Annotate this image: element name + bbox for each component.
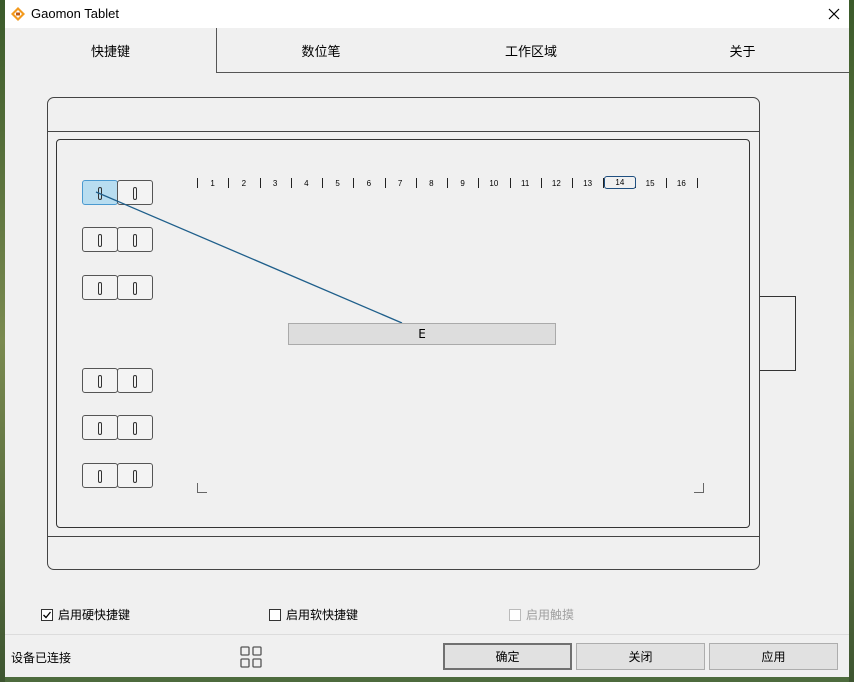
- soft-key-ruler: 1 2 3 4 5 6 7 8 9 10 11 12 13 14 15 16: [191, 176, 703, 190]
- express-key-9[interactable]: [82, 415, 118, 440]
- tablet-side-connector: [760, 296, 796, 371]
- key-function-label: E: [418, 327, 426, 341]
- gaomon-logo-icon: [11, 7, 25, 21]
- key-bar-icon: [133, 375, 137, 388]
- area-corner-bottom-right: [694, 483, 704, 493]
- hard-keys-checkbox[interactable]: [41, 608, 53, 621]
- ruler-tick: [353, 178, 355, 188]
- express-key-5[interactable]: [82, 275, 118, 300]
- title-bar: Gaomon Tablet: [5, 0, 849, 28]
- express-key-11[interactable]: [82, 463, 118, 488]
- status-bar: 设备已连接 确定 关闭 应用: [5, 634, 849, 678]
- soft-key-4[interactable]: 4: [296, 179, 316, 188]
- ruler-tick: [478, 178, 480, 188]
- tab-label: 工作区域: [504, 44, 557, 60]
- key-bar-icon: [133, 187, 137, 200]
- ruler-tick: [447, 178, 448, 188]
- tab-pen[interactable]: 数位笔: [216, 28, 427, 72]
- tab-about[interactable]: 关于: [636, 28, 849, 72]
- soft-key-5[interactable]: 5: [328, 179, 348, 188]
- ruler-tick: [228, 178, 230, 188]
- express-key-12[interactable]: [117, 463, 153, 488]
- soft-keys-option[interactable]: 启用软快捷键: [269, 606, 358, 623]
- key-bar-icon: [98, 470, 102, 483]
- soft-key-2[interactable]: 2: [234, 179, 254, 188]
- tab-work-area[interactable]: 工作区域: [426, 28, 637, 72]
- window-title: Gaomon Tablet: [31, 6, 119, 21]
- soft-key-3[interactable]: 3: [265, 179, 285, 188]
- ruler-tick: [509, 178, 511, 188]
- soft-key-15[interactable]: 15: [640, 179, 660, 188]
- ruler-tick: [384, 178, 386, 188]
- close-icon: [828, 8, 840, 20]
- ruler-tick: [415, 178, 417, 188]
- soft-key-13[interactable]: 13: [578, 179, 598, 188]
- soft-key-12[interactable]: 12: [546, 179, 566, 188]
- touch-checkbox: [509, 608, 521, 621]
- key-bar-icon: [133, 282, 137, 295]
- express-key-10[interactable]: [117, 415, 153, 440]
- soft-key-14[interactable]: 14: [603, 176, 636, 189]
- hard-keys-label: 启用硬快捷键: [58, 608, 131, 622]
- ruler-tick: [259, 178, 261, 188]
- ruler-tick: [322, 178, 323, 188]
- apply-button[interactable]: 应用: [709, 643, 838, 670]
- tablet-bottom-divider: [48, 536, 759, 537]
- express-key-1[interactable]: [82, 180, 118, 205]
- tab-label: 快捷键: [90, 45, 130, 60]
- soft-key-10[interactable]: 10: [484, 179, 504, 188]
- express-key-7[interactable]: [82, 368, 118, 393]
- close-button-label: 关闭: [628, 650, 653, 664]
- touch-label: 启用触摸: [526, 608, 575, 622]
- key-bar-icon: [98, 234, 102, 247]
- soft-key-1[interactable]: 1: [203, 179, 223, 188]
- ok-button-label: 确定: [495, 650, 520, 664]
- key-bar-icon: [98, 282, 102, 295]
- ruler-tick: [290, 178, 292, 188]
- connection-status: 设备已连接: [11, 651, 72, 665]
- soft-keys-label: 启用软快捷键: [286, 608, 359, 622]
- key-function-field[interactable]: E: [288, 323, 556, 345]
- ruler-tick: [665, 178, 667, 188]
- soft-key-7[interactable]: 7: [390, 179, 410, 188]
- ok-button[interactable]: 确定: [443, 643, 572, 670]
- tab-shortcut-keys[interactable]: 快捷键: [5, 28, 217, 73]
- close-window-button[interactable]: [821, 2, 847, 26]
- key-bar-icon: [133, 470, 137, 483]
- key-bar-icon: [133, 422, 137, 435]
- grid-layout-icon[interactable]: [240, 646, 262, 668]
- tablet-top-divider: [48, 131, 759, 132]
- ruler-tick: [197, 178, 198, 188]
- ruler-tick: [572, 178, 573, 188]
- close-button[interactable]: 关闭: [576, 643, 705, 670]
- tab-label: 关于: [729, 44, 756, 60]
- key-bar-icon: [133, 234, 137, 247]
- apply-button-label: 应用: [761, 650, 786, 664]
- express-key-2[interactable]: [117, 180, 153, 205]
- checkmark-icon: [43, 611, 52, 618]
- touch-option: 启用触摸: [509, 606, 574, 623]
- express-key-8[interactable]: [117, 368, 153, 393]
- soft-key-16[interactable]: 16: [671, 179, 691, 188]
- express-key-4[interactable]: [117, 227, 153, 252]
- tab-bar: 快捷键 数位笔 工作区域 关于: [5, 28, 849, 73]
- key-bar-icon: [98, 187, 102, 200]
- hard-keys-option[interactable]: 启用硬快捷键: [41, 606, 130, 623]
- ruler-tick: [697, 178, 698, 188]
- key-bar-icon: [98, 375, 102, 388]
- express-key-3[interactable]: [82, 227, 118, 252]
- express-key-6[interactable]: [117, 275, 153, 300]
- soft-key-9[interactable]: 9: [453, 179, 473, 188]
- desktop-background-right: [849, 0, 854, 682]
- area-corner-bottom-left: [197, 483, 207, 493]
- tab-label: 数位笔: [301, 44, 341, 60]
- ruler-tick: [540, 178, 542, 188]
- soft-key-6[interactable]: 6: [359, 179, 379, 188]
- soft-keys-checkbox[interactable]: [269, 608, 281, 621]
- key-bar-icon: [98, 422, 102, 435]
- soft-key-11[interactable]: 11: [515, 179, 535, 188]
- soft-key-8[interactable]: 8: [421, 179, 441, 188]
